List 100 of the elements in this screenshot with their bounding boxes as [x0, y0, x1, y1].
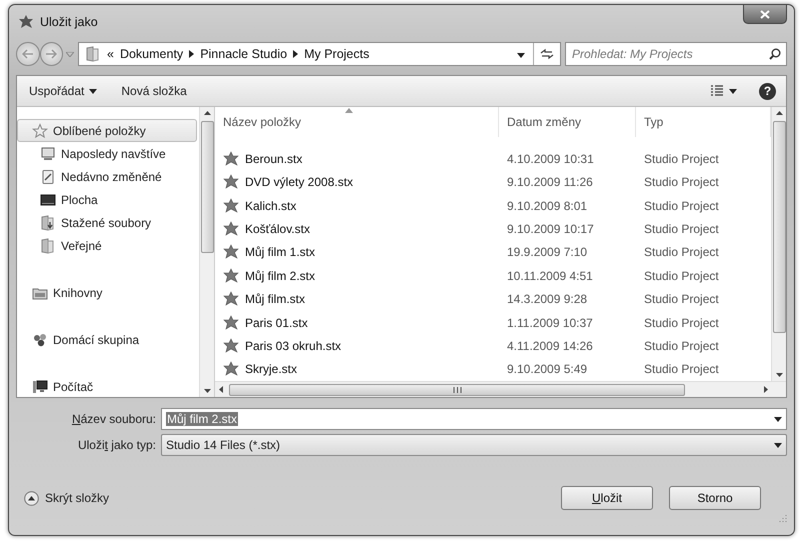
arrow-down-icon[interactable]: [776, 373, 782, 377]
date-cell-text: 9.10.2009 5:49: [506, 362, 588, 376]
dropdown-caret-icon: [774, 416, 782, 422]
file-icon: [223, 361, 239, 378]
file-icon: [223, 314, 239, 331]
resize-grip-icon[interactable]: [778, 514, 787, 522]
type-cell-text: Studio Project: [643, 152, 720, 166]
arrow-right-icon[interactable]: [764, 386, 768, 393]
star-icon: [32, 122, 48, 138]
date-cell-text: 4.10.2009 10:31: [506, 152, 595, 166]
file-type-dropdown[interactable]: Studio 14 Files (*.stx): [161, 434, 787, 456]
caret-icon: [89, 88, 98, 94]
sidebar-item[interactable]: Naposledy navštíve: [17, 142, 197, 165]
file-name[interactable]: Paris 01.stx: [215, 314, 499, 331]
sidebar-item[interactable]: Plocha: [17, 188, 197, 211]
file-name[interactable]: Skryje.stx: [215, 361, 499, 378]
document-icon: [40, 168, 56, 184]
sidebar-item[interactable]: Oblíbené položky: [17, 119, 197, 142]
field-label: Uložit jako typ:: [76, 438, 156, 452]
file-name[interactable]: Kalich.stx: [215, 198, 499, 214]
date-cell-text: 4.11.2009 14:26: [506, 338, 594, 353]
column-header[interactable]: Datum změny: [499, 107, 636, 138]
type-cell-text: Studio Project: [643, 175, 720, 190]
search-icon: [769, 48, 781, 60]
file-name[interactable]: DVD výlety 2008.stx: [215, 174, 499, 190]
date-cell-text: 14.3.2009 9:28: [506, 292, 588, 306]
hide-folders-toggle[interactable]: Skrýt složky: [24, 490, 110, 506]
folder-icon: [85, 46, 101, 62]
field-label: Název souboru:: [70, 412, 156, 426]
file-name-field[interactable]: Můj film 2.stx: [161, 408, 787, 430]
file-icon: [223, 291, 239, 308]
list-scrollbar[interactable]: [771, 107, 786, 381]
breadcrumb[interactable]: «: [107, 47, 114, 61]
type-cell-text: Studio Project: [643, 245, 720, 260]
file-icon: [223, 174, 239, 190]
close-icon: [760, 10, 770, 18]
type-cell-text: Studio Project: [643, 338, 720, 353]
help-button[interactable]: ?: [759, 82, 776, 100]
type-cell-text: Studio Project: [643, 198, 720, 213]
breadcrumb[interactable]: Pinnacle Studio: [200, 47, 288, 61]
file-icon: [223, 268, 239, 284]
arrow-right-icon: [45, 49, 58, 59]
column-header[interactable]: Název položky: [215, 107, 499, 138]
grip-icon[interactable]: [452, 386, 462, 392]
type-cell-text: Studio Project: [643, 222, 720, 236]
date-cell-text: 9.10.2009 8:01: [506, 198, 588, 213]
desktop-icon: [40, 192, 56, 208]
new-folder-button[interactable]: Nová složka: [119, 82, 189, 100]
caret-icon: [729, 88, 737, 94]
file-icon: [223, 244, 239, 260]
monitor-icon: [40, 146, 56, 162]
file-name[interactable]: Paris 03 okruh.stx: [215, 338, 499, 354]
file-name[interactable]: Beroun.stx: [215, 150, 499, 167]
forward-button[interactable]: [40, 42, 64, 66]
type-cell-text: Studio Project: [643, 362, 720, 376]
people-icon: [32, 332, 48, 348]
breadcrumb[interactable]: Dokumenty: [120, 47, 184, 61]
type-cell-text: Studio Project: [643, 292, 720, 306]
folder-icon: [40, 238, 56, 254]
sidebar-item[interactable]: Knihovny: [17, 281, 197, 304]
breadcrumb[interactable]: My Projects: [304, 47, 370, 61]
file-icon: [223, 338, 239, 354]
back-button[interactable]: [16, 42, 40, 66]
file-name[interactable]: Můj film.stx: [215, 291, 499, 308]
date-cell-text: 9.10.2009 11:26: [506, 175, 594, 190]
file-name[interactable]: Můj film 1.stx: [215, 244, 499, 260]
address-bar[interactable]: « Dokumenty Pinnacle Studio My Projects: [78, 42, 561, 66]
sidebar-item[interactable]: Nedávno změněné: [17, 165, 197, 188]
horizontal-scrollbar[interactable]: [215, 381, 786, 397]
file-icon: [223, 150, 239, 167]
dropdown-caret-icon: [517, 53, 525, 58]
arrow-up-icon[interactable]: [776, 111, 782, 115]
sidebar-item[interactable]: Domácí skupina: [17, 328, 197, 351]
arrow-left-icon: [22, 49, 34, 59]
arrow-left-icon[interactable]: [219, 386, 223, 393]
organize-menu[interactable]: Uspořádat: [27, 82, 100, 100]
file-name[interactable]: Košťálov.stx: [215, 220, 499, 237]
sidebar-item[interactable]: Veřejné: [17, 234, 197, 257]
file-icon: [223, 220, 239, 237]
dropdown-caret-icon: [774, 442, 782, 448]
chevron-icon: [293, 50, 298, 58]
search-field[interactable]: Prohledat: My Projects: [565, 42, 787, 66]
sidebar-item[interactable]: Počítač: [17, 375, 197, 397]
date-cell-text: 10.11.2009 4:51: [506, 268, 594, 283]
sidebar-item[interactable]: Stažené soubory: [17, 211, 197, 234]
computer-icon: [32, 378, 48, 394]
file-name[interactable]: Můj film 2.stx: [215, 268, 499, 284]
arrow-up-icon[interactable]: [204, 111, 210, 115]
file-icon: [223, 198, 239, 214]
app-icon: [18, 14, 34, 30]
type-cell-text: Studio Project: [643, 316, 720, 330]
view-options-button[interactable]: [708, 83, 739, 99]
dialog-button[interactable]: Uložit: [561, 486, 653, 510]
chevron-icon: [189, 50, 194, 58]
type-cell-text: Studio Project: [643, 268, 720, 283]
date-cell-text: 9.10.2009 10:17: [506, 222, 595, 236]
close-button[interactable]: [743, 5, 787, 24]
sidebar-scrollbar[interactable]: [199, 107, 214, 397]
dialog-button[interactable]: Storno: [669, 486, 761, 510]
arrow-down-icon[interactable]: [204, 389, 210, 393]
